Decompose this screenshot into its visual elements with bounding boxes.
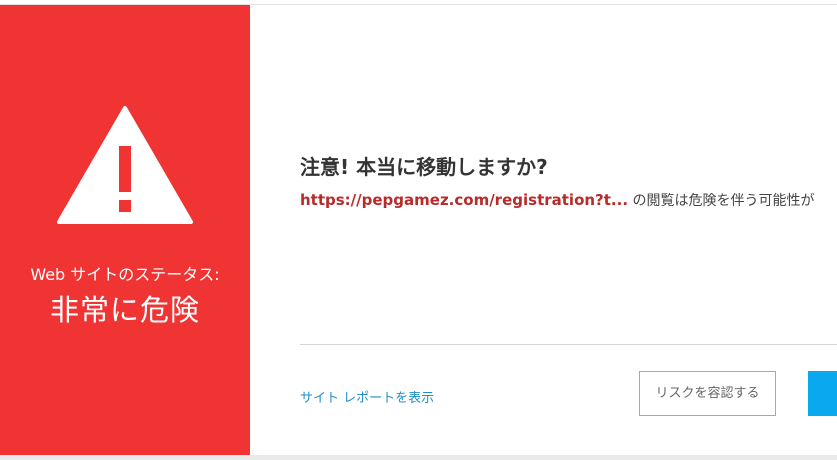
site-status-panel: Web サイトのステータス: 非常に危険: [0, 5, 250, 455]
bottom-border: [0, 455, 837, 460]
accept-risk-button[interactable]: リスクを容認する: [639, 371, 776, 416]
site-status-value: 非常に危険: [49, 293, 200, 327]
blocked-url: https://pepgamez.com/registration?t...: [300, 191, 629, 209]
warning-message: https://pepgamez.com/registration?t... の…: [300, 190, 814, 210]
site-status-label: Web サイトのステータス:: [30, 265, 220, 284]
safety-warning-dialog: Web サイトのステータス: 非常に危険 注意! 本当に移動しますか? http…: [0, 5, 837, 455]
warning-triangle-icon: [57, 106, 193, 224]
divider: [300, 344, 837, 345]
warning-message-text: の閲覧は危険を伴う可能性が: [628, 193, 815, 209]
view-site-report-link[interactable]: サイト レポートを表示: [300, 387, 434, 406]
warning-title: 注意! 本当に移動しますか?: [300, 155, 548, 179]
warning-content: 注意! 本当に移動しますか? https://pepgamez.com/regi…: [250, 5, 837, 455]
go-back-button[interactable]: [808, 371, 837, 416]
